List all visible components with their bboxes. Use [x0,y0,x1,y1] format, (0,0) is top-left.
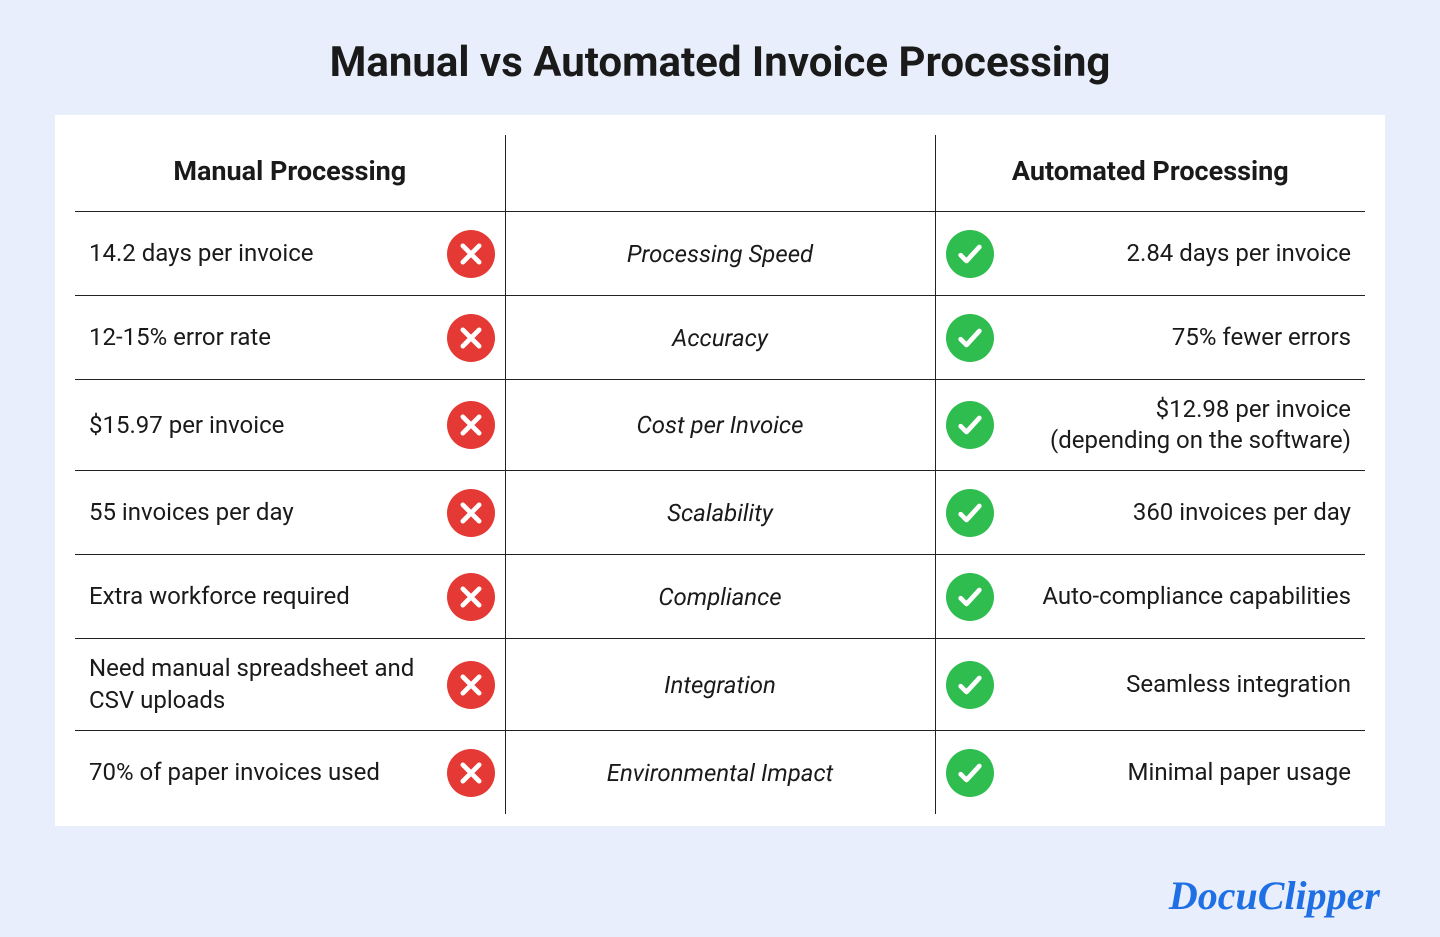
automated-cell: Seamless integration [935,639,1365,730]
check-icon [946,314,994,362]
table-row: Extra workforce required Compliance Auto-c… [75,555,1365,639]
comparison-table: Manual Processing Automated Processing 1… [75,135,1365,814]
manual-text: 12-15% error rate [89,322,433,353]
header-manual: Manual Processing [75,135,505,212]
table-row: $15.97 per invoice Cost per Invoice $12.98… [75,380,1365,471]
automated-text: Seamless integration [1012,669,1352,700]
check-icon [946,230,994,278]
page-title: Manual vs Automated Invoice Processing [0,0,1440,115]
manual-text: Need manual spreadsheet and CSV uploads [89,653,433,715]
comparison-card: Manual Processing Automated Processing 1… [55,115,1385,826]
x-icon [447,661,495,709]
automated-text: Minimal paper usage [1012,757,1352,788]
manual-text: Extra workforce required [89,581,433,612]
x-icon [447,230,495,278]
automated-text: $12.98 per invoice (depending on the sof… [1012,394,1352,456]
table-row: Need manual spreadsheet and CSV uploads I… [75,639,1365,730]
automated-text: 75% fewer errors [1012,322,1352,353]
automated-cell: 2.84 days per invoice [935,212,1365,296]
criterion-cell: Accuracy [505,296,935,380]
automated-text: Auto-compliance capabilities [1012,581,1352,612]
criterion-cell: Environmental Impact [505,730,935,814]
automated-cell: Auto-compliance capabilities [935,555,1365,639]
manual-cell: 14.2 days per invoice [75,212,505,296]
manual-cell: $15.97 per invoice [75,380,505,471]
criterion-cell: Scalability [505,471,935,555]
criterion-cell: Compliance [505,555,935,639]
criterion-cell: Integration [505,639,935,730]
automated-cell: 360 invoices per day [935,471,1365,555]
automated-cell: 75% fewer errors [935,296,1365,380]
automated-text: 2.84 days per invoice [1012,238,1352,269]
manual-cell: Extra workforce required [75,555,505,639]
manual-text: 55 invoices per day [89,497,433,528]
manual-cell: 55 invoices per day [75,471,505,555]
manual-text: $15.97 per invoice [89,410,433,441]
manual-cell: 12-15% error rate [75,296,505,380]
table-row: 70% of paper invoices used Environmental … [75,730,1365,814]
check-icon [946,401,994,449]
header-automated: Automated Processing [935,135,1365,212]
check-icon [946,489,994,537]
manual-cell: Need manual spreadsheet and CSV uploads [75,639,505,730]
table-row: 12-15% error rate Accuracy 75% fewer error… [75,296,1365,380]
automated-cell: Minimal paper usage [935,730,1365,814]
check-icon [946,749,994,797]
manual-text: 14.2 days per invoice [89,238,433,269]
table-row: 55 invoices per day Scalability 360 invoic… [75,471,1365,555]
table-row: 14.2 days per invoice Processing Speed 2.8… [75,212,1365,296]
x-icon [447,401,495,449]
manual-cell: 70% of paper invoices used [75,730,505,814]
manual-text: 70% of paper invoices used [89,757,433,788]
automated-text: 360 invoices per day [1012,497,1352,528]
criterion-cell: Processing Speed [505,212,935,296]
x-icon [447,573,495,621]
criterion-cell: Cost per Invoice [505,380,935,471]
table-header-row: Manual Processing Automated Processing [75,135,1365,212]
check-icon [946,661,994,709]
brand-logo: DocuClipper [1169,872,1380,919]
x-icon [447,489,495,537]
x-icon [447,749,495,797]
automated-cell: $12.98 per invoice (depending on the sof… [935,380,1365,471]
header-criterion [505,135,935,212]
check-icon [946,573,994,621]
x-icon [447,314,495,362]
